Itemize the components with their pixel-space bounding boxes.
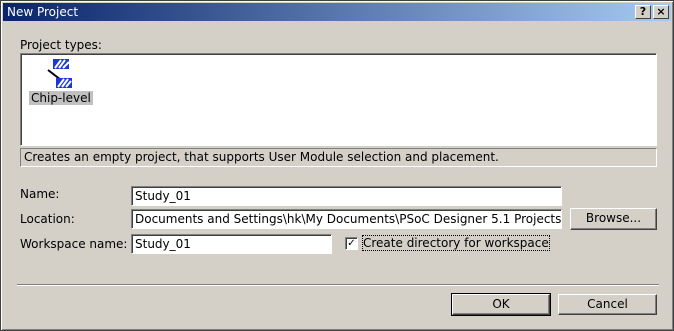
project-types-list[interactable]: [20, 53, 657, 146]
location-label: Location:: [20, 212, 75, 226]
project-types-label: Project types:: [20, 38, 102, 52]
workspace-name-label: Workspace name:: [20, 237, 128, 251]
new-project-dialog: New Project ? × Project types: Chip-leve…: [0, 0, 674, 331]
chip-level-icon: [47, 59, 72, 88]
title-bar[interactable]: New Project ? ×: [3, 3, 671, 21]
create-directory-label[interactable]: Create directory for workspace: [362, 235, 550, 251]
project-type-chip-level[interactable]: Chip-level: [29, 59, 93, 105]
divider: [17, 284, 659, 286]
project-type-label: Chip-level: [29, 91, 93, 105]
project-type-description: Creates an empty project, that supports …: [20, 148, 657, 167]
location-field[interactable]: Documents and Settings\hk\My Documents\P…: [131, 209, 562, 229]
cancel-button[interactable]: Cancel: [558, 294, 657, 315]
ok-button[interactable]: OK: [451, 293, 551, 316]
close-button[interactable]: ×: [653, 5, 669, 19]
name-label: Name:: [20, 187, 60, 201]
browse-button[interactable]: Browse...: [570, 208, 657, 230]
name-field[interactable]: Study_01: [131, 186, 562, 206]
workspace-name-field[interactable]: Study_01: [131, 234, 332, 254]
window-title: New Project: [7, 5, 79, 19]
create-directory-checkbox[interactable]: ✓: [345, 237, 358, 250]
help-button[interactable]: ?: [635, 5, 651, 19]
